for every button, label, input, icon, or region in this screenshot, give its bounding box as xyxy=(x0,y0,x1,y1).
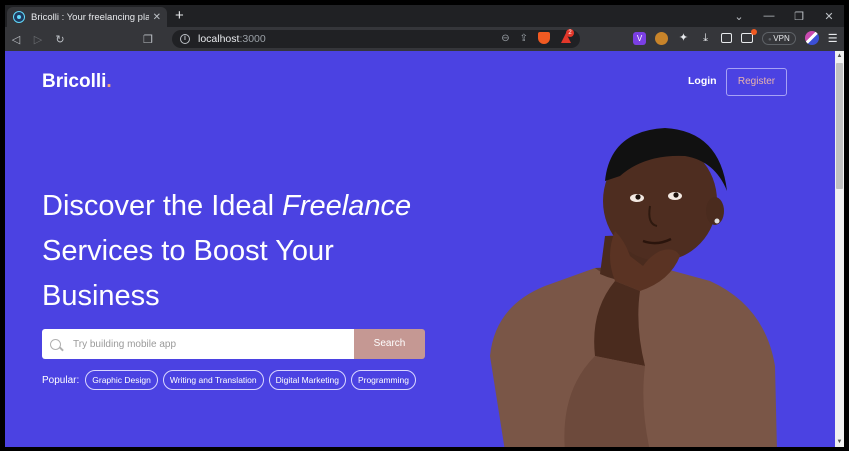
headline-line2: Services to Boost Your xyxy=(42,235,334,267)
search-input[interactable] xyxy=(73,338,333,350)
minimize-button[interactable]: — xyxy=(754,10,784,22)
menu-icon[interactable]: ☰ xyxy=(828,32,838,45)
tab-close-icon[interactable]: ✕ xyxy=(153,12,161,23)
page-scrollbar[interactable]: ▲ ▼ xyxy=(835,51,844,447)
share-icon[interactable]: ⇪ xyxy=(520,33,528,44)
cookie-extension-icon[interactable] xyxy=(655,31,668,45)
logo-dot: . xyxy=(106,71,112,92)
headline-line3: Business xyxy=(42,280,160,312)
window-controls: ⌄ — ❐ ✕ xyxy=(724,5,844,27)
bookmark-icon[interactable]: ❐ xyxy=(143,33,153,46)
popular-label: Popular: xyxy=(42,374,80,386)
headline-italic: Freelance xyxy=(282,190,412,222)
search-icon xyxy=(50,338,61,350)
sidebar-icon[interactable] xyxy=(721,33,732,43)
tag-graphic-design[interactable]: Graphic Design xyxy=(85,370,158,390)
profile-avatar[interactable] xyxy=(804,31,819,45)
search-box[interactable] xyxy=(42,329,354,359)
restore-button[interactable]: ❐ xyxy=(784,10,814,23)
tag-digital-marketing[interactable]: Digital Marketing xyxy=(268,370,346,390)
brave-rewards-icon[interactable] xyxy=(560,29,574,44)
scroll-down-icon[interactable]: ▼ xyxy=(836,439,843,445)
tag-programming[interactable]: Programming xyxy=(350,370,416,390)
download-icon[interactable]: ⤓ xyxy=(699,32,712,45)
vpn-button[interactable]: VPN xyxy=(762,31,796,45)
tab-strip: Bricolli : Your freelancing platform ✕ +… xyxy=(5,5,844,27)
zoom-icon[interactable]: ⊖ xyxy=(501,33,509,44)
scroll-thumb[interactable] xyxy=(836,63,843,189)
browser-window: Bricolli : Your freelancing platform ✕ +… xyxy=(5,5,844,447)
site-logo[interactable]: Bricolli. xyxy=(42,71,112,93)
back-icon[interactable]: ◁ xyxy=(5,33,27,46)
url-port: :3000 xyxy=(239,33,266,45)
screen-frame: Bricolli : Your freelancing platform ✕ +… xyxy=(0,0,849,451)
tab-search-icon[interactable]: ⌄ xyxy=(724,10,754,23)
scroll-up-icon[interactable]: ▲ xyxy=(836,53,843,59)
tag-writing-translation[interactable]: Writing and Translation xyxy=(162,370,264,390)
browser-toolbar: ◁ ▷ ↻ ❐ i localhost:3000 ⊖ ⇪ V ✦ ⤓ VPN ☰ xyxy=(5,27,844,51)
close-window-button[interactable]: ✕ xyxy=(814,10,844,23)
popular-tags: Popular: Graphic Design Writing and Tran… xyxy=(42,370,416,390)
hero-headline: Discover the Ideal Freelance Services to… xyxy=(42,184,472,319)
hero-person-image xyxy=(490,128,777,447)
omnibox-actions: ⊖ ⇪ xyxy=(501,29,574,44)
reload-icon[interactable]: ↻ xyxy=(49,33,71,46)
tab-title: Bricolli : Your freelancing platform xyxy=(31,11,149,23)
hero-search: Search xyxy=(42,329,425,359)
headline-part1: Discover the Ideal xyxy=(42,190,283,222)
new-tab-button[interactable]: + xyxy=(175,7,184,25)
register-button[interactable]: Register xyxy=(726,68,787,96)
page-viewport: Bricolli. Login Register Discover the Id… xyxy=(5,51,835,447)
logo-text: Bricolli xyxy=(42,71,107,92)
extensions-puzzle-icon[interactable]: ✦ xyxy=(677,32,690,45)
react-favicon-icon xyxy=(13,11,25,23)
site-info-icon[interactable]: i xyxy=(180,34,190,44)
address-bar[interactable]: i localhost:3000 ⊖ ⇪ xyxy=(172,29,580,48)
extensions-area: V ✦ ⤓ VPN ☰ xyxy=(633,29,838,45)
wallet-icon[interactable] xyxy=(741,29,757,43)
url-host: localhost xyxy=(198,33,240,45)
forward-icon[interactable]: ▷ xyxy=(27,33,49,46)
v-extension-icon[interactable]: V xyxy=(633,31,646,45)
login-link[interactable]: Login xyxy=(688,75,717,87)
brave-shields-icon[interactable] xyxy=(538,32,550,44)
search-button[interactable]: Search xyxy=(354,329,425,359)
browser-tab[interactable]: Bricolli : Your freelancing platform ✕ xyxy=(7,7,167,27)
